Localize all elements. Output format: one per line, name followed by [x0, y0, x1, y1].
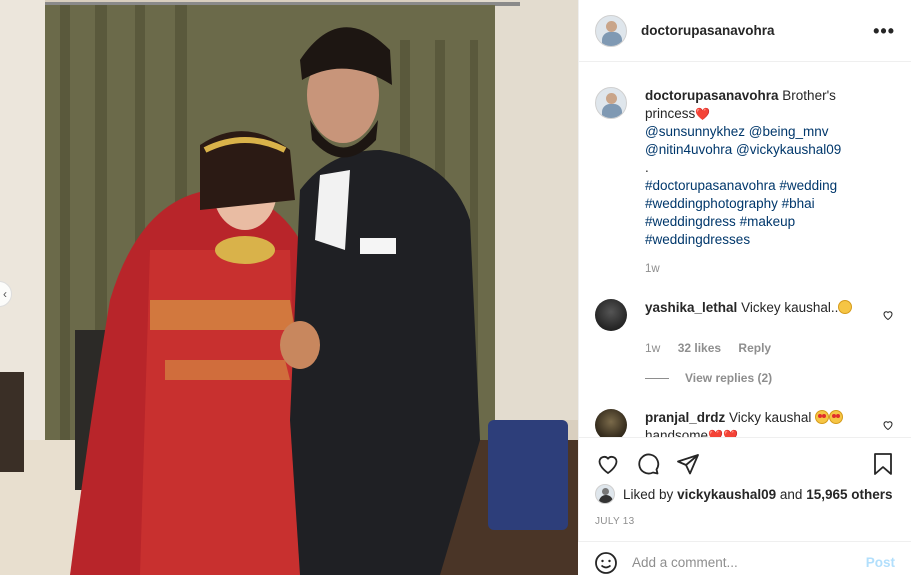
- commenter-username[interactable]: pranjal_drdz: [645, 410, 725, 425]
- hashtag-link[interactable]: #weddingphotography: [645, 196, 778, 211]
- comment-item: yashika_lethal Vickey kaushal..: [595, 299, 896, 331]
- like-heart-icon[interactable]: [595, 451, 621, 477]
- liked-by-and: and: [779, 486, 803, 502]
- author-username[interactable]: doctorupasanavohra: [641, 23, 775, 38]
- comment-body: Vicky kaushal: [729, 410, 812, 425]
- hashtag-link[interactable]: #weddingdress: [645, 214, 736, 229]
- heart-emoji-icon: ❤️❤️: [708, 429, 738, 437]
- caption-username[interactable]: doctorupasanavohra: [645, 88, 779, 103]
- comment-body: Vickey kaushal..: [741, 300, 839, 315]
- mention-link[interactable]: @sunsunnykhez: [645, 124, 745, 139]
- liked-by-prefix: Liked by: [623, 486, 674, 502]
- mention-link[interactable]: @being_mnv: [749, 124, 829, 139]
- liked-by: Liked by vickykaushal09 and 15,965 other…: [579, 484, 911, 504]
- comment-item: pranjal_drdz Vicky kaushal handsome❤️❤️: [595, 409, 896, 437]
- comment-text: pranjal_drdz Vicky kaushal handsome❤️❤️: [645, 409, 875, 437]
- add-comment-bar: Post: [578, 541, 911, 575]
- reply-button[interactable]: Reply: [738, 341, 771, 355]
- heart-eyes-emoji-icon: [815, 410, 830, 424]
- comment-timestamp[interactable]: 1w: [645, 341, 660, 355]
- wedding-photo: [0, 0, 578, 575]
- comment-body-2: handsome: [645, 428, 709, 437]
- commenter-avatar[interactable]: [595, 409, 627, 437]
- post-comment-button[interactable]: Post: [866, 555, 895, 570]
- post-date[interactable]: JULY 13: [579, 516, 911, 527]
- hashtag-link[interactable]: #makeup: [740, 214, 796, 229]
- caption-text: doctorupasanavohra Brother's princess❤️ …: [645, 87, 855, 249]
- heart-emoji: ❤️: [695, 107, 711, 121]
- caption-timestamp[interactable]: 1w: [645, 263, 896, 275]
- liker-avatar[interactable]: [595, 484, 615, 504]
- comment-meta: 1w 32 likes Reply: [645, 341, 896, 355]
- mention-link[interactable]: @vickykaushal09: [736, 142, 841, 157]
- view-replies-label: View replies (2): [685, 371, 773, 385]
- like-comment-heart-icon[interactable]: [882, 309, 894, 321]
- commenter-avatar[interactable]: [595, 299, 627, 331]
- author-avatar[interactable]: [595, 14, 627, 47]
- post-header: doctorupasanavohra •••: [579, 0, 911, 62]
- post-actions: Liked by vickykaushal09 and 15,965 other…: [579, 437, 911, 527]
- comment-input[interactable]: [632, 555, 866, 570]
- hashtag-link[interactable]: #doctorupasanavohra: [645, 178, 776, 193]
- share-send-icon[interactable]: [675, 451, 701, 477]
- more-options-icon[interactable]: •••: [873, 22, 895, 40]
- emoji-smiley-icon[interactable]: [594, 551, 618, 575]
- caption-dot: .: [645, 160, 649, 175]
- hashtag-link[interactable]: #weddingdresses: [645, 231, 855, 249]
- replies-line: [645, 377, 669, 379]
- comments-list[interactable]: doctorupasanavohra Brother's princess❤️ …: [579, 63, 911, 437]
- caption: doctorupasanavohra Brother's princess❤️ …: [595, 87, 896, 249]
- hashtag-link[interactable]: #bhai: [782, 196, 815, 211]
- hashtag-link[interactable]: #wedding: [779, 178, 837, 193]
- heart-eyes-emoji-icon: [829, 410, 844, 424]
- likes-count[interactable]: 15,965 others: [806, 487, 892, 502]
- sweat-smile-emoji-icon: [838, 300, 853, 314]
- comment-text: yashika_lethal Vickey kaushal..: [645, 299, 875, 331]
- comment-likes[interactable]: 32 likes: [678, 341, 721, 355]
- like-comment-heart-icon[interactable]: [882, 419, 894, 431]
- view-replies-button[interactable]: View replies (2): [645, 371, 896, 385]
- liked-by-user[interactable]: vickykaushal09: [677, 487, 776, 502]
- action-bar: [579, 438, 911, 490]
- post-sidebar: doctorupasanavohra ••• doctorupasanavohr…: [578, 0, 911, 575]
- mention-link[interactable]: @nitin4uvohra: [645, 142, 732, 157]
- caption-avatar[interactable]: [595, 87, 627, 119]
- comment-bubble-icon[interactable]: [635, 451, 661, 477]
- post-photo[interactable]: ‹: [0, 0, 578, 575]
- bookmark-icon[interactable]: [870, 451, 896, 477]
- commenter-username[interactable]: yashika_lethal: [645, 300, 737, 315]
